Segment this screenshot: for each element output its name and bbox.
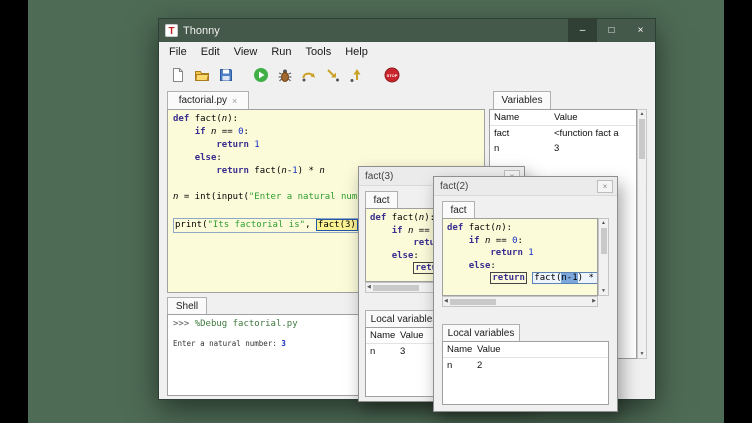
svg-text:T: T	[168, 26, 174, 37]
scroll-up-icon[interactable]: ▲	[601, 220, 606, 226]
open-file-button[interactable]	[192, 65, 212, 85]
save-floppy-icon	[218, 67, 234, 83]
code-line: def fact(n):	[173, 113, 479, 126]
minimize-button[interactable]: –	[568, 19, 597, 42]
vertical-scrollbar[interactable]: ▲ ▼	[598, 218, 609, 296]
locals-rows: n2	[443, 358, 608, 373]
locals-header: Name Value	[443, 342, 608, 358]
menu-bar: FileEditViewRunToolsHelp	[159, 42, 655, 61]
code-line: return fact(n-1) * n	[447, 272, 593, 285]
maximize-button[interactable]: □	[597, 19, 626, 42]
menu-item-file[interactable]: File	[162, 46, 194, 58]
menu-item-tools[interactable]: Tools	[299, 46, 339, 58]
variables-scrollbar[interactable]: ▲ ▼	[637, 109, 647, 359]
horizontal-scrollbar[interactable]: ◀ ▶	[442, 296, 598, 307]
scroll-left-icon[interactable]: ◀	[444, 299, 448, 304]
step-out-button[interactable]	[347, 65, 367, 85]
step-over-button[interactable]	[299, 65, 319, 85]
stop-button[interactable]: STOP	[382, 65, 402, 85]
window-title: Thonny	[183, 25, 220, 37]
column-header-name: Name	[443, 344, 475, 355]
tab-variables[interactable]: Variables	[493, 91, 551, 109]
menu-item-help[interactable]: Help	[338, 46, 375, 58]
desktop-background: T Thonny – □ × FileEditViewRunToolsHelp	[28, 0, 724, 423]
scroll-down-icon[interactable]: ▼	[640, 351, 645, 357]
table-row[interactable]: n2	[443, 358, 608, 373]
toolbar: STOP	[159, 61, 655, 88]
step-out-icon	[349, 67, 365, 83]
variables-rows: fact<function fact an3	[490, 126, 636, 156]
code-line: return 1	[173, 139, 479, 152]
locals-tab-label: Local variables	[448, 328, 515, 339]
step-over-icon	[301, 67, 317, 83]
variables-tab-label: Variables	[502, 95, 543, 106]
scrollbar-thumb[interactable]	[373, 285, 419, 291]
tab-factorial-py[interactable]: factorial.py ×	[167, 91, 249, 109]
frame-titlebar[interactable]: fact(2)	[434, 177, 617, 196]
scroll-left-icon[interactable]: ◀	[367, 285, 371, 290]
new-file-icon	[170, 67, 186, 83]
code-line: return 1	[447, 247, 593, 260]
column-header-value: Value	[475, 344, 608, 355]
run-script-button[interactable]	[251, 65, 271, 85]
scrollbar-thumb[interactable]	[639, 119, 645, 159]
frame-tab-label: fact	[373, 195, 389, 206]
frame-code-view[interactable]: def fact(n): if n == 0: return 1 else: r…	[442, 218, 598, 296]
code-line: if n == 0:	[447, 235, 593, 248]
tab-local-variables[interactable]: Local variables	[365, 310, 443, 327]
code-line: else:	[447, 260, 593, 273]
save-file-button[interactable]	[216, 65, 236, 85]
menu-item-edit[interactable]: Edit	[194, 46, 227, 58]
titlebar[interactable]: T Thonny – □ ×	[159, 19, 655, 42]
variables-header: Name Value	[490, 110, 636, 126]
frame-title: fact(3)	[365, 171, 393, 182]
run-play-icon	[253, 67, 269, 83]
table-row[interactable]: n3	[490, 141, 636, 156]
tab-shell[interactable]: Shell	[167, 297, 207, 314]
new-file-button[interactable]	[168, 65, 188, 85]
tab-local-variables[interactable]: Local variables	[442, 324, 520, 341]
column-header-name: Name	[366, 330, 398, 341]
editor-tab-close-icon[interactable]: ×	[232, 96, 237, 106]
code-line: if n == 0:	[173, 126, 479, 139]
svg-text:STOP: STOP	[387, 72, 398, 77]
debug-bug-icon	[277, 67, 293, 83]
menu-item-run[interactable]: Run	[264, 46, 298, 58]
debug-script-button[interactable]	[275, 65, 295, 85]
local-variables-panel: Name Value n2	[442, 341, 609, 405]
frame-window-fact2: fact(2) × fact def fact(n): if n == 0: r…	[433, 176, 618, 412]
menu-item-view[interactable]: View	[227, 46, 265, 58]
close-button[interactable]: ×	[626, 19, 655, 42]
thonny-logo-icon: T	[165, 24, 178, 37]
locals-tab-label: Local variables	[371, 314, 438, 325]
column-header-value: Value	[552, 112, 636, 123]
tab-fact[interactable]: fact	[365, 191, 398, 208]
editor-tab-label: factorial.py	[179, 95, 227, 106]
column-header-name: Name	[490, 112, 552, 123]
scroll-right-icon[interactable]: ▶	[592, 299, 596, 304]
step-into-button[interactable]	[323, 65, 343, 85]
stop-icon: STOP	[384, 67, 400, 83]
shell-tab-label: Shell	[176, 301, 198, 312]
frame-close-button[interactable]: ×	[597, 180, 613, 193]
open-folder-icon	[194, 67, 210, 83]
code-line: def fact(n):	[447, 222, 593, 235]
table-row[interactable]: fact<function fact a	[490, 126, 636, 141]
scrollbar-thumb[interactable]	[450, 299, 496, 305]
scroll-up-icon[interactable]: ▲	[640, 111, 645, 117]
tab-fact[interactable]: fact	[442, 201, 475, 218]
scrollbar-thumb[interactable]	[601, 228, 607, 254]
frame-tab-label: fact	[450, 205, 466, 216]
code-line: else:	[173, 152, 479, 165]
step-into-icon	[325, 67, 341, 83]
scroll-down-icon[interactable]: ▼	[601, 288, 606, 294]
frame-title: fact(2)	[440, 181, 468, 192]
